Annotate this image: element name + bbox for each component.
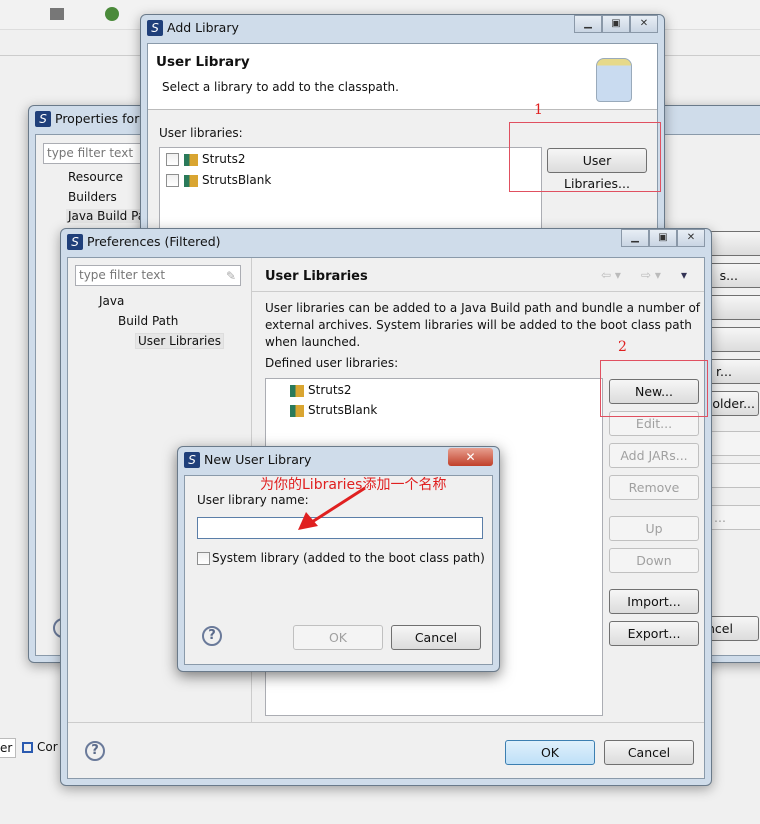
annotation-arrow bbox=[298, 486, 366, 530]
console-tab[interactable]: Cor bbox=[18, 738, 58, 758]
bottom-tab[interactable]: er bbox=[0, 738, 17, 758]
console-icon bbox=[22, 742, 33, 753]
tab-label: Cor bbox=[37, 740, 58, 754]
